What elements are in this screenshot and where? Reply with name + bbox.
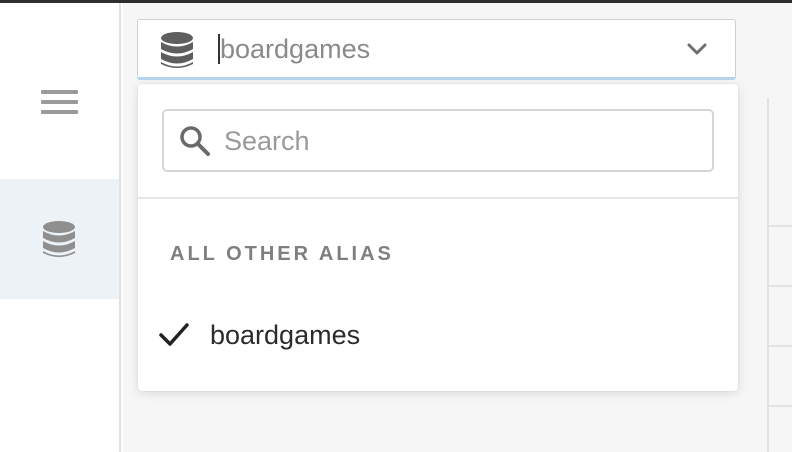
grid-divider xyxy=(767,98,769,452)
sidebar-item-database[interactable] xyxy=(0,179,119,299)
alias-select-value[interactable]: boardgames xyxy=(220,34,370,64)
grid-row-line xyxy=(769,225,792,227)
search-field[interactable] xyxy=(162,109,714,172)
divider xyxy=(138,197,738,199)
sidebar xyxy=(0,3,121,452)
grid-row-line xyxy=(769,285,792,287)
alias-option-label: boardgames xyxy=(210,320,361,350)
checkmark-icon xyxy=(159,323,189,346)
alias-dropdown-menu: ALL OTHER ALIAS boardgames xyxy=(138,84,738,391)
alias-option[interactable]: boardgames xyxy=(138,309,738,365)
database-icon xyxy=(43,221,75,257)
chevron-down-icon[interactable] xyxy=(686,42,708,56)
database-icon xyxy=(161,32,193,68)
search-icon xyxy=(180,126,210,156)
search-input[interactable] xyxy=(224,121,694,161)
grid-row-line xyxy=(769,405,792,407)
alias-select[interactable]: boardgames xyxy=(137,19,736,80)
hamburger-menu-icon[interactable] xyxy=(41,90,78,114)
grid-row-line xyxy=(769,345,792,347)
section-header: ALL OTHER ALIAS xyxy=(170,243,394,265)
